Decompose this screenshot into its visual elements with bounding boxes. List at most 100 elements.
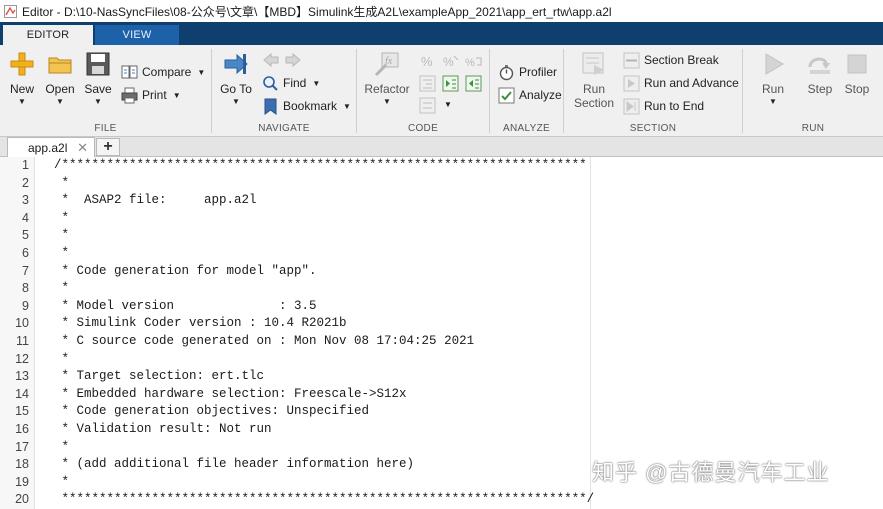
file-group: New ▼ Open ▼ Save ▼ Compare ▼ Print ▼ FI… (0, 45, 211, 137)
code-line[interactable]: * (54, 211, 70, 225)
code-line[interactable]: * Target selection: ert.tlc (54, 369, 265, 383)
go-to-button[interactable]: Go To ▼ (218, 51, 254, 106)
comment-percent-icon[interactable]: % (419, 53, 436, 70)
analyze-group-label: ANALYZE (503, 123, 550, 134)
tab-editor[interactable]: EDITOR (3, 25, 93, 45)
code-line[interactable]: * Code generation for model "app". (54, 264, 317, 278)
find-button[interactable]: Find ▼ (262, 73, 320, 93)
open-button[interactable]: Open ▼ (44, 51, 76, 106)
new-plus-icon (10, 52, 34, 76)
indent-left-icon[interactable] (465, 75, 482, 92)
run-section-button[interactable]: Run Section (571, 51, 617, 110)
code-line[interactable]: * Code generation objectives: Unspecifie… (54, 404, 370, 418)
line-number: 17 (15, 439, 29, 454)
dropdown-arrow-icon: ▼ (94, 97, 102, 106)
window-title: Editor - D:\10-NasSyncFiles\08-公众号\文章\【M… (22, 4, 612, 19)
tab-view[interactable]: VIEW (95, 25, 179, 45)
line-number: 16 (15, 422, 29, 436)
profiler-button[interactable]: Profiler (498, 62, 557, 82)
compare-icon (121, 65, 138, 78)
save-button[interactable]: Save ▼ (82, 51, 114, 106)
run-to-end-icon (623, 98, 640, 114)
code-line[interactable]: * (54, 352, 70, 366)
run-group-label: RUN (801, 123, 825, 134)
line-number: 2 (22, 175, 29, 190)
code-line[interactable]: * (54, 176, 70, 190)
analyze-group: Profiler Analyze ANALYZE (490, 45, 563, 137)
compare-button[interactable]: Compare ▼ (121, 62, 205, 82)
dropdown-arrow-icon[interactable]: ▼ (444, 100, 452, 109)
matlab-editor-icon (4, 4, 17, 18)
run-button[interactable]: Run ▼ (757, 51, 789, 106)
line-number: 19 (15, 474, 29, 489)
dropdown-arrow-icon: ▼ (769, 97, 777, 106)
dropdown-arrow-icon: ▼ (172, 90, 181, 100)
title-bar: Editor - D:\10-NasSyncFiles\08-公众号\文章\【M… (0, 0, 883, 22)
line-number: 8 (22, 281, 29, 296)
section-group-label: SECTION (629, 123, 677, 134)
stop-button[interactable]: Stop (841, 51, 873, 96)
line-number: 14 (15, 386, 29, 401)
add-tab-button[interactable]: + (96, 138, 120, 156)
close-icon[interactable]: ✕ (77, 140, 88, 156)
run-and-advance-button[interactable]: Run and Advance (623, 73, 739, 93)
code-line[interactable]: * ASAP2 file: app.a2l (54, 193, 257, 207)
ribbon-tab-bar: EDITOR VIEW (0, 22, 883, 45)
code-line[interactable]: /***************************************… (54, 158, 587, 172)
doc-tab-app-a2l[interactable]: app.a2l ✕ (7, 137, 95, 157)
bookmark-button[interactable]: Bookmark ▼ (262, 96, 351, 116)
code-line[interactable]: * Embedded hardware selection: Freescale… (54, 387, 407, 401)
line-number: 4 (22, 210, 29, 225)
line-number: 3 (22, 193, 29, 208)
floppy-disk-icon (86, 52, 110, 76)
code-line[interactable]: * C source code generated on : Mon Nov 0… (54, 334, 475, 348)
back-forward-arrows-icon[interactable] (262, 53, 302, 67)
play-icon (765, 53, 784, 75)
stopwatch-icon (499, 64, 514, 80)
line-number: 11 (16, 334, 29, 348)
uncomment-percent-icon[interactable]: % (442, 53, 459, 70)
step-button[interactable]: Step (804, 51, 836, 96)
line-number: 15 (15, 404, 29, 419)
line-number: 1 (22, 158, 29, 172)
dropdown-arrow-icon: ▼ (56, 97, 64, 106)
folder-icon (48, 57, 72, 74)
print-button[interactable]: Print ▼ (121, 85, 181, 105)
section-break-icon (623, 52, 640, 68)
magnifier-icon (263, 75, 278, 91)
code-line[interactable]: * Validation result: Not run (54, 422, 272, 436)
code-line[interactable]: * (54, 246, 70, 260)
run-to-end-button[interactable]: Run to End (623, 96, 704, 116)
code-line[interactable]: * Simulink Coder version : 10.4 R2021b (54, 316, 347, 330)
code-line[interactable]: ****************************************… (54, 492, 595, 506)
line-number: 18 (15, 457, 29, 472)
code-line[interactable]: * (54, 281, 70, 295)
code-folding-icon[interactable] (419, 97, 436, 114)
code-analyzer-icon (498, 87, 515, 103)
bookmark-icon (264, 98, 277, 115)
refactor-button[interactable]: fx Refactor ▼ (362, 51, 412, 106)
refactor-fx-icon: fx (374, 52, 399, 77)
file-group-label: FILE (94, 123, 117, 134)
code-line[interactable]: * Model version : 3.5 (54, 299, 317, 313)
run-section-icon (582, 52, 604, 75)
indent-right-icon[interactable] (442, 75, 459, 92)
code-line[interactable]: * (54, 228, 70, 242)
analyze-button[interactable]: Analyze (498, 85, 562, 105)
section-break-button[interactable]: Section Break (623, 50, 719, 70)
wrap-comments-icon[interactable]: % (465, 53, 482, 70)
dropdown-arrow-icon: ▼ (312, 78, 321, 88)
smart-indent-icon[interactable] (419, 75, 436, 92)
code-tools-grid: % % % ▼ (419, 53, 482, 115)
ribbon-toolstrip: New ▼ Open ▼ Save ▼ Compare ▼ Print ▼ FI… (0, 45, 883, 137)
new-button[interactable]: New ▼ (7, 51, 37, 106)
line-number: 5 (22, 228, 29, 243)
code-line[interactable]: * (54, 475, 70, 489)
code-line[interactable]: * (add additional file header informatio… (54, 457, 415, 471)
code-group: fx Refactor ▼ % % % ▼ CODE (357, 45, 489, 137)
code-line[interactable]: * (54, 440, 70, 454)
navigate-group: Go To ▼ Find ▼ Bookmark ▼ NAVIGATE (212, 45, 356, 137)
code-group-label: CODE (407, 123, 439, 134)
section-group: Run Section Section Break Run and Advance… (564, 45, 742, 137)
line-number: 10 (15, 316, 29, 331)
